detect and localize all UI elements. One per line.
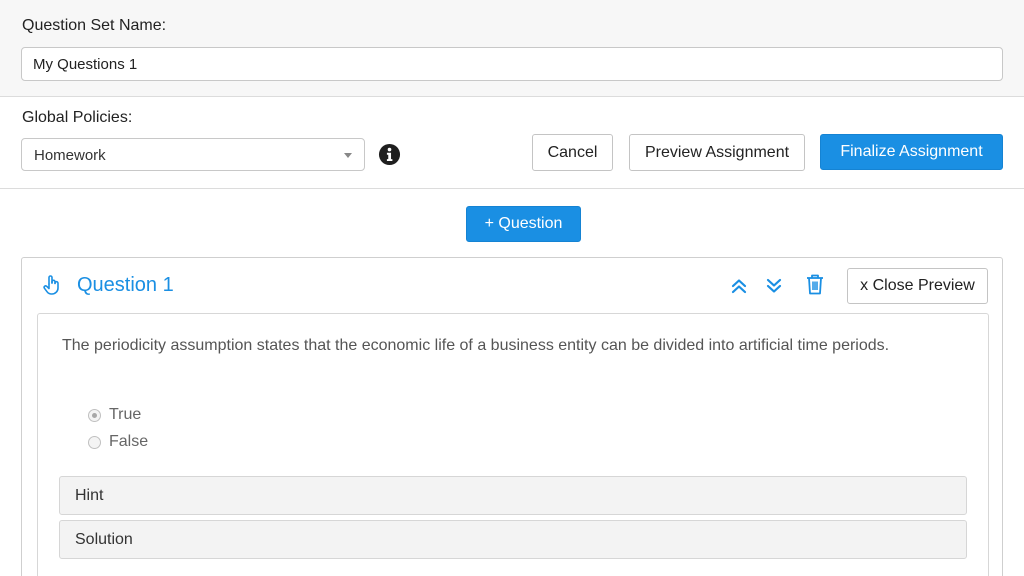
solution-label: Solution: [75, 531, 133, 548]
close-preview-button[interactable]: x Close Preview: [847, 268, 988, 304]
add-question-button[interactable]: + Question: [466, 206, 581, 242]
hint-label: Hint: [75, 487, 104, 504]
option-false[interactable]: False: [88, 432, 148, 452]
policy-selected-value: Homework: [34, 147, 106, 164]
question-card: Question 1 x Close Preview The periodici…: [21, 257, 1003, 576]
question-text: The periodicity assumption states that t…: [62, 337, 890, 354]
option-label: False: [109, 433, 149, 450]
move-up-icon[interactable]: [730, 277, 748, 295]
option-label: True: [109, 406, 142, 423]
set-name-input[interactable]: [21, 47, 1003, 81]
global-policies-select[interactable]: Homework: [21, 138, 365, 171]
policy-bar: Global Policies: Homework Cancel Preview…: [0, 97, 1024, 189]
info-icon[interactable]: [378, 143, 401, 166]
solution-panel[interactable]: Solution: [59, 520, 967, 559]
preview-assignment-button[interactable]: Preview Assignment: [629, 134, 805, 171]
question-set-header: Question Set Name:: [0, 0, 1024, 97]
hand-pointer-icon[interactable]: [40, 273, 64, 297]
global-policies-label: Global Policies:: [22, 109, 133, 126]
finalize-assignment-button[interactable]: Finalize Assignment: [820, 134, 1003, 170]
option-true[interactable]: True: [88, 405, 141, 425]
set-name-label: Question Set Name:: [22, 17, 167, 34]
move-down-icon[interactable]: [765, 277, 783, 295]
question-preview: The periodicity assumption states that t…: [37, 313, 989, 576]
radio-false[interactable]: [88, 435, 101, 449]
cancel-button[interactable]: Cancel: [532, 134, 613, 171]
question-title[interactable]: Question 1: [77, 274, 174, 297]
trash-icon[interactable]: [805, 273, 825, 295]
caret-down-icon: [344, 153, 352, 158]
hint-panel[interactable]: Hint: [59, 476, 967, 515]
radio-true[interactable]: [88, 408, 101, 422]
